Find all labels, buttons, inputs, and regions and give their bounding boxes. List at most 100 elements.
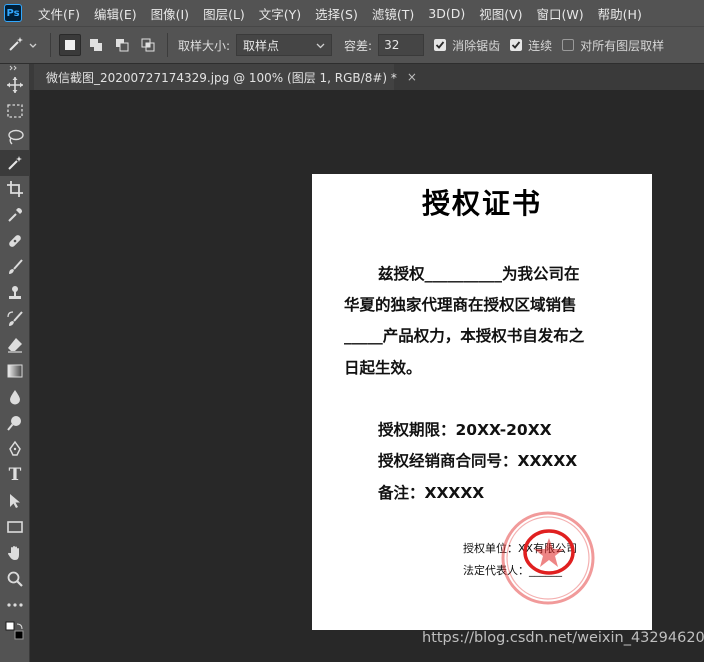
crop-tool[interactable] [0,176,30,202]
menu-help[interactable]: 帮助(H) [591,4,649,23]
path-selection-tool[interactable] [0,488,30,514]
type-tool[interactable]: T [0,462,30,488]
eyedropper-icon [8,208,22,222]
add-to-selection-button[interactable] [85,34,107,56]
move-tool[interactable] [0,72,30,98]
canvas-area[interactable]: 授权证书 兹授权__________为我公司在 华夏的独家代理商在授权区域销售 … [30,90,704,662]
anti-alias-label: 消除锯齿 [452,38,501,53]
checkbox-checked-icon [434,39,447,51]
stamp-icon [9,286,21,299]
certificate-note: 备注：XXXXX [378,484,485,502]
checkbox-unchecked-icon [562,39,575,51]
zoom-icon [7,571,23,587]
hand-tool[interactable] [0,540,30,566]
menu-view[interactable]: 视图(V) [472,4,529,23]
contiguous-label: 连续 [528,38,553,53]
menu-file[interactable]: 文件(F) [28,4,87,23]
sample-size-value: 取样点 [243,38,280,53]
arrow-cursor-icon [10,494,20,508]
sample-all-layers-checkbox[interactable]: 对所有图层取样 [562,37,664,54]
intersect-selection-button[interactable] [137,34,159,56]
rectangle-tool[interactable] [0,514,30,540]
eyedropper-tool[interactable] [0,202,30,228]
tools-panel: T [0,64,30,662]
anti-alias-checkbox[interactable]: 消除锯齿 [434,37,500,54]
brush-tool[interactable] [0,254,30,280]
crop-icon [7,181,23,197]
clone-stamp-tool[interactable] [0,280,30,306]
menu-edit[interactable]: 编辑(E) [87,4,144,23]
tolerance-input[interactable]: 32 [378,34,425,56]
blog-watermark: https://blog.csdn.net/weixin_43294620 [422,630,704,646]
document-tab[interactable]: 微信截图_20200727174329.jpg @ 100% (图层 1, RG… [34,64,417,90]
lasso-icon [8,129,24,145]
sample-size-select[interactable]: 取样点 [236,34,333,56]
certificate-document[interactable]: 授权证书 兹授权__________为我公司在 华夏的独家代理商在授权区域销售 … [312,174,652,630]
color-swatch-icon [5,621,24,640]
rectangle-icon [7,521,23,533]
ellipsis-icon [7,603,23,607]
magic-wand-icon [8,156,22,170]
eraser-icon [8,338,22,353]
certificate-paragraph-line-2: 华夏的独家代理商在授权区域销售 [344,296,577,314]
chevron-down-icon [316,38,325,52]
move-icon [7,77,23,93]
menu-select[interactable]: 选择(S) [308,4,365,23]
pen-icon [9,440,21,456]
menu-image[interactable]: 图像(I) [144,4,196,23]
magic-wand-icon [7,35,25,56]
eraser-tool[interactable] [0,332,30,358]
divider [167,33,168,57]
certificate-paragraph-line-1: 兹授权__________为我公司在 [378,265,580,283]
certificate-period: 授权期限：20XX-20XX [378,421,552,439]
more-tools-button[interactable] [0,592,30,618]
magic-wand-tool[interactable] [0,150,30,176]
document-tab-bar: 微信截图_20200727174329.jpg @ 100% (图层 1, RG… [30,64,704,90]
healing-brush-tool[interactable] [0,228,30,254]
menu-bar: Ps 文件(F) 编辑(E) 图像(I) 图层(L) 文字(Y) 选择(S) 滤… [0,0,704,26]
menu-window[interactable]: 窗口(W) [530,4,591,23]
tool-preset-picker[interactable] [0,35,44,56]
marquee-tool[interactable] [0,98,30,124]
dodge-icon [7,416,21,431]
certificate-contract-number: 授权经销商合同号：XXXXX [378,452,578,470]
tolerance-label: 容差: [344,38,373,53]
menu-3d[interactable]: 3D(D) [421,6,472,21]
type-icon: T [8,465,22,485]
certificate-title: 授权证书 [421,187,542,220]
document-tab-title: 微信截图_20200727174329.jpg @ 100% (图层 1, RG… [46,70,397,85]
subtract-from-selection-button[interactable] [111,34,133,56]
close-icon[interactable]: × [407,70,417,84]
hand-icon [8,546,19,560]
options-bar: 取样大小: 取样点 容差: 32 消除锯齿 连续 对所有图层取样 [0,26,704,64]
red-seal-stamp [501,511,595,605]
sample-all-layers-label: 对所有图层取样 [580,38,665,53]
history-brush-icon [7,311,23,326]
brush-icon [9,259,23,274]
blur-tool[interactable] [0,384,30,410]
certificate-paragraph-line-4: 日起生效。 [344,359,422,377]
divider [50,33,51,57]
contiguous-checkbox[interactable]: 连续 [510,37,552,54]
bandage-icon [9,235,21,247]
zoom-tool[interactable] [0,566,30,592]
menu-type[interactable]: 文字(Y) [252,4,308,23]
history-brush-tool[interactable] [0,306,30,332]
checkbox-checked-icon [510,39,523,51]
lasso-tool[interactable] [0,124,30,150]
sample-size-label: 取样大小: [178,38,231,53]
gradient-tool[interactable] [0,358,30,384]
pen-tool[interactable] [0,436,30,462]
new-selection-button[interactable] [59,34,81,56]
gradient-icon [7,364,23,378]
menu-layer[interactable]: 图层(L) [196,4,252,23]
droplet-icon [10,390,20,405]
certificate-paragraph-line-3: _____产品权力，本授权书自发布之 [344,327,585,345]
dodge-tool[interactable] [0,410,30,436]
chevron-down-icon [29,38,37,52]
color-swatches[interactable] [0,618,30,644]
marquee-icon [7,104,23,118]
photoshop-logo: Ps [4,4,22,22]
menu-filter[interactable]: 滤镜(T) [365,4,421,23]
toolbar-collapse-icon[interactable] [0,64,29,72]
